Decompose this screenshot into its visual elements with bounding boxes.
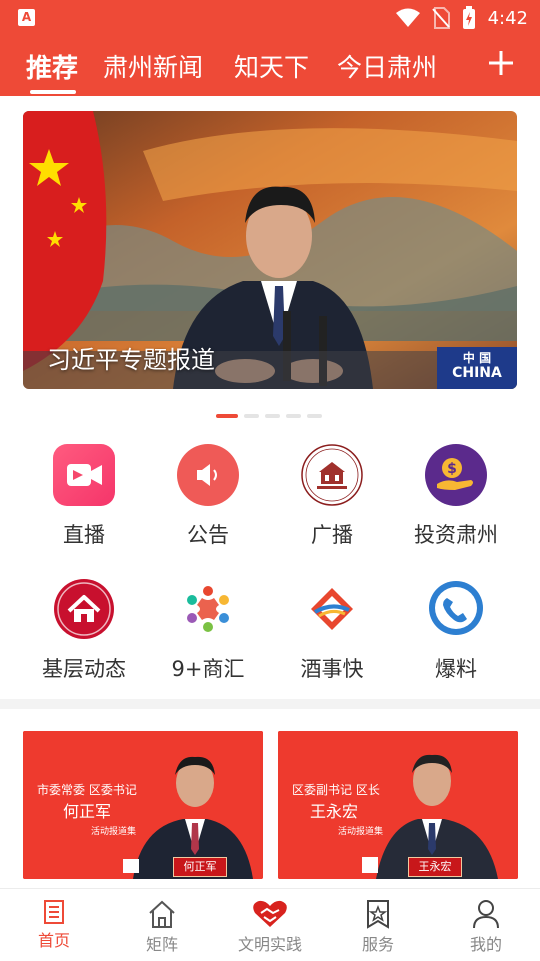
status-bar: A 4:42 [0, 0, 540, 36]
leader-name: 何正军 [63, 802, 112, 821]
leader-nameplate: 王永宏 [408, 857, 462, 877]
podium-label-cn: 中 国 [462, 351, 492, 365]
app-notification-icon: A [18, 9, 35, 26]
carousel-dot [286, 414, 301, 418]
service-label: 直播 [63, 523, 105, 547]
newspaper-icon [44, 900, 64, 924]
bottom-nav: 首页 矩阵 文明实践 服务 我的 [0, 888, 540, 960]
banner-caption: 习近平专题报道 [47, 346, 215, 374]
carousel-dot [307, 414, 322, 418]
radio-emblem-icon [301, 444, 363, 506]
leader-title: 市委常委 区委书记 [37, 783, 137, 797]
house-icon [53, 578, 115, 640]
speaker-icon [177, 444, 239, 506]
svg-text:$: $ [447, 461, 457, 477]
tab-world[interactable]: 知天下 [234, 48, 309, 84]
service-label: 爆料 [435, 657, 477, 681]
handshake-heart-icon [253, 900, 287, 927]
battery-charging-icon [462, 6, 475, 29]
podium-label-en: CHINA [452, 365, 502, 381]
phone-globe-icon [425, 578, 487, 640]
nav-label: 矩阵 [145, 935, 178, 954]
carousel-dot [244, 414, 259, 418]
service-label: 酒事快 [300, 657, 364, 681]
nav-service[interactable]: 服务 [324, 889, 432, 961]
no-sim-icon [431, 7, 450, 29]
house-outline-icon [149, 900, 175, 928]
service-tip-off[interactable]: 爆料 [394, 578, 518, 683]
service-announcement[interactable]: 公告 [146, 444, 270, 549]
top-nav: 推荐 肃州新闻 知天下 今日肃州 [0, 36, 540, 96]
banner-carousel[interactable]: 中 国 CHINA 习近平专题报道 [23, 111, 517, 389]
tab-today-suzhou[interactable]: 今日肃州 [337, 48, 437, 84]
carousel-dot-active [216, 414, 238, 418]
person-icon [473, 900, 499, 929]
people-circle-icon [177, 578, 239, 640]
carousel-indicator [216, 414, 322, 418]
money-hand-icon: $ [425, 444, 487, 506]
service-label: 公告 [187, 523, 229, 547]
nav-civilization[interactable]: 文明实践 [216, 889, 324, 961]
leader-title: 区委副书记 区长 [292, 783, 380, 797]
service-live[interactable]: 直播 [22, 444, 146, 549]
service-invest[interactable]: $ 投资肃州 [394, 444, 518, 549]
service-grassroots[interactable]: 基层动态 [22, 578, 146, 683]
leader-photo [23, 731, 263, 879]
nav-label: 服务 [361, 935, 394, 954]
service-liquor[interactable]: 酒事快 [270, 578, 394, 683]
plus-icon[interactable] [486, 48, 516, 78]
leader-nameplate: 何正军 [173, 857, 227, 877]
service-label: 投资肃州 [414, 523, 498, 547]
nav-label: 文明实践 [237, 935, 302, 954]
nav-mine[interactable]: 我的 [432, 889, 540, 961]
nav-matrix[interactable]: 矩阵 [108, 889, 216, 961]
service-label: 9+商汇 [171, 657, 245, 681]
service-label: 广播 [311, 523, 353, 547]
service-label: 基层动态 [42, 657, 126, 681]
diamond-road-icon [301, 578, 363, 640]
clock: 4:42 [487, 7, 528, 29]
service-business[interactable]: 9+商汇 [146, 578, 270, 683]
tab-suzhou-news[interactable]: 肃州新闻 [103, 48, 203, 84]
tab-recommended[interactable]: 推荐 [26, 48, 78, 85]
active-tab-indicator [30, 90, 76, 94]
leader-subtitle: 活动报道集 [338, 827, 384, 837]
section-divider [0, 699, 540, 709]
nav-label: 首页 [37, 931, 70, 950]
carousel-dot [265, 414, 280, 418]
wifi-icon [395, 8, 420, 27]
leader-name: 王永宏 [310, 802, 359, 821]
leader-card-1[interactable]: 市委常委 区委书记 何正军 活动报道集 何正军 [23, 731, 263, 879]
leader-subtitle: 活动报道集 [91, 827, 137, 837]
leader-card-2[interactable]: 区委副书记 区长 王永宏 活动报道集 王永宏 [278, 731, 518, 879]
nav-label: 我的 [469, 935, 502, 954]
service-broadcast[interactable]: 广播 [270, 444, 394, 549]
bookmark-star-icon [367, 900, 389, 929]
video-camera-icon [53, 444, 115, 506]
status-icons: 4:42 [395, 0, 528, 36]
nav-home[interactable]: 首页 [0, 889, 108, 961]
